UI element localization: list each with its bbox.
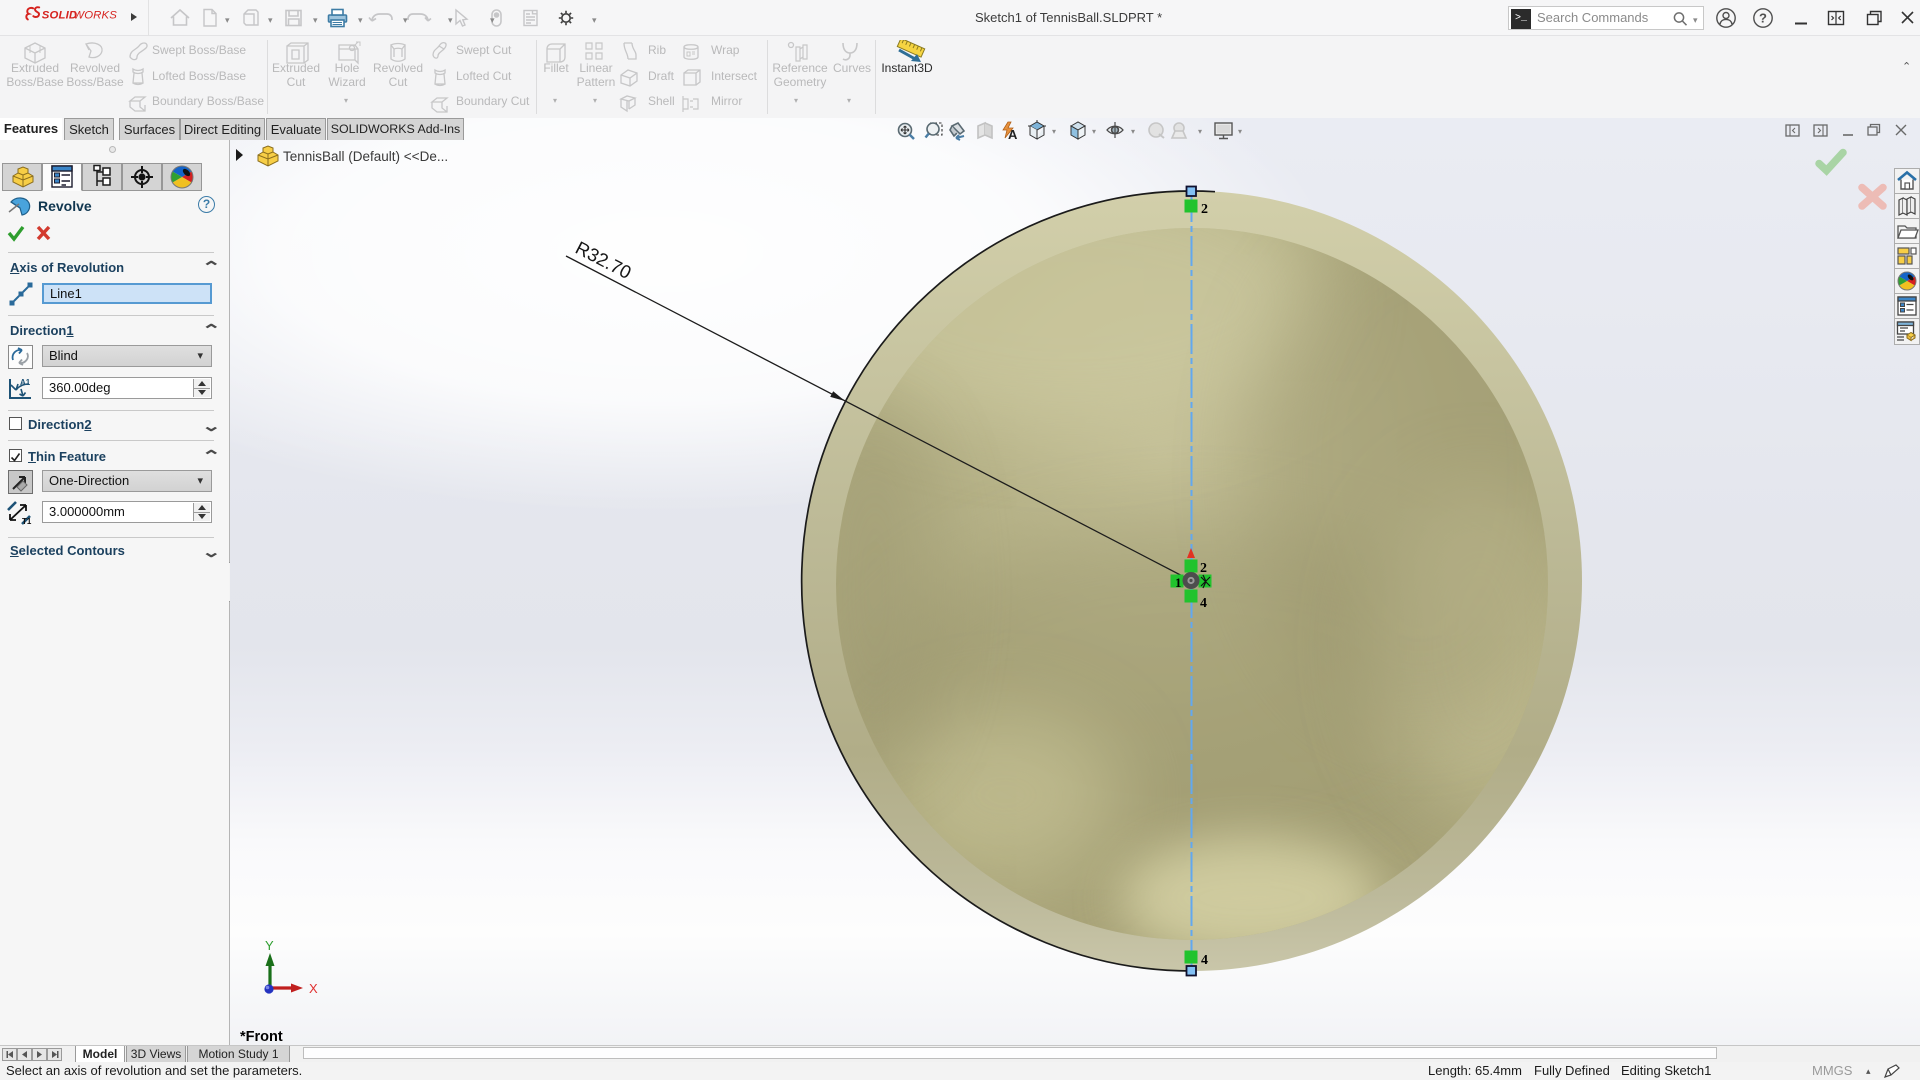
svg-text:▾: ▾ <box>1092 127 1096 136</box>
svg-text:▾: ▾ <box>1238 127 1242 136</box>
svg-text:4: 4 <box>1201 953 1208 968</box>
svg-text:A: A <box>1008 127 1018 142</box>
svg-text:2: 2 <box>1201 202 1208 217</box>
svg-text:TennisBall (Default) <<De...: TennisBall (Default) <<De... <box>283 149 448 164</box>
svg-text:Y: Y <box>265 938 274 953</box>
svg-text:1: 1 <box>1175 575 1182 590</box>
svg-text:▾: ▾ <box>1198 127 1202 136</box>
svg-text:A1: A1 <box>20 378 31 387</box>
svg-text:*Front: *Front <box>240 1029 283 1045</box>
svg-text:▾: ▾ <box>1052 127 1056 136</box>
svg-text:▾: ▾ <box>1131 127 1135 136</box>
svg-text:X: X <box>309 981 318 996</box>
svg-text:2: 2 <box>1200 561 1207 576</box>
svg-text:4: 4 <box>1200 596 1207 611</box>
svg-text:T1: T1 <box>22 517 32 526</box>
